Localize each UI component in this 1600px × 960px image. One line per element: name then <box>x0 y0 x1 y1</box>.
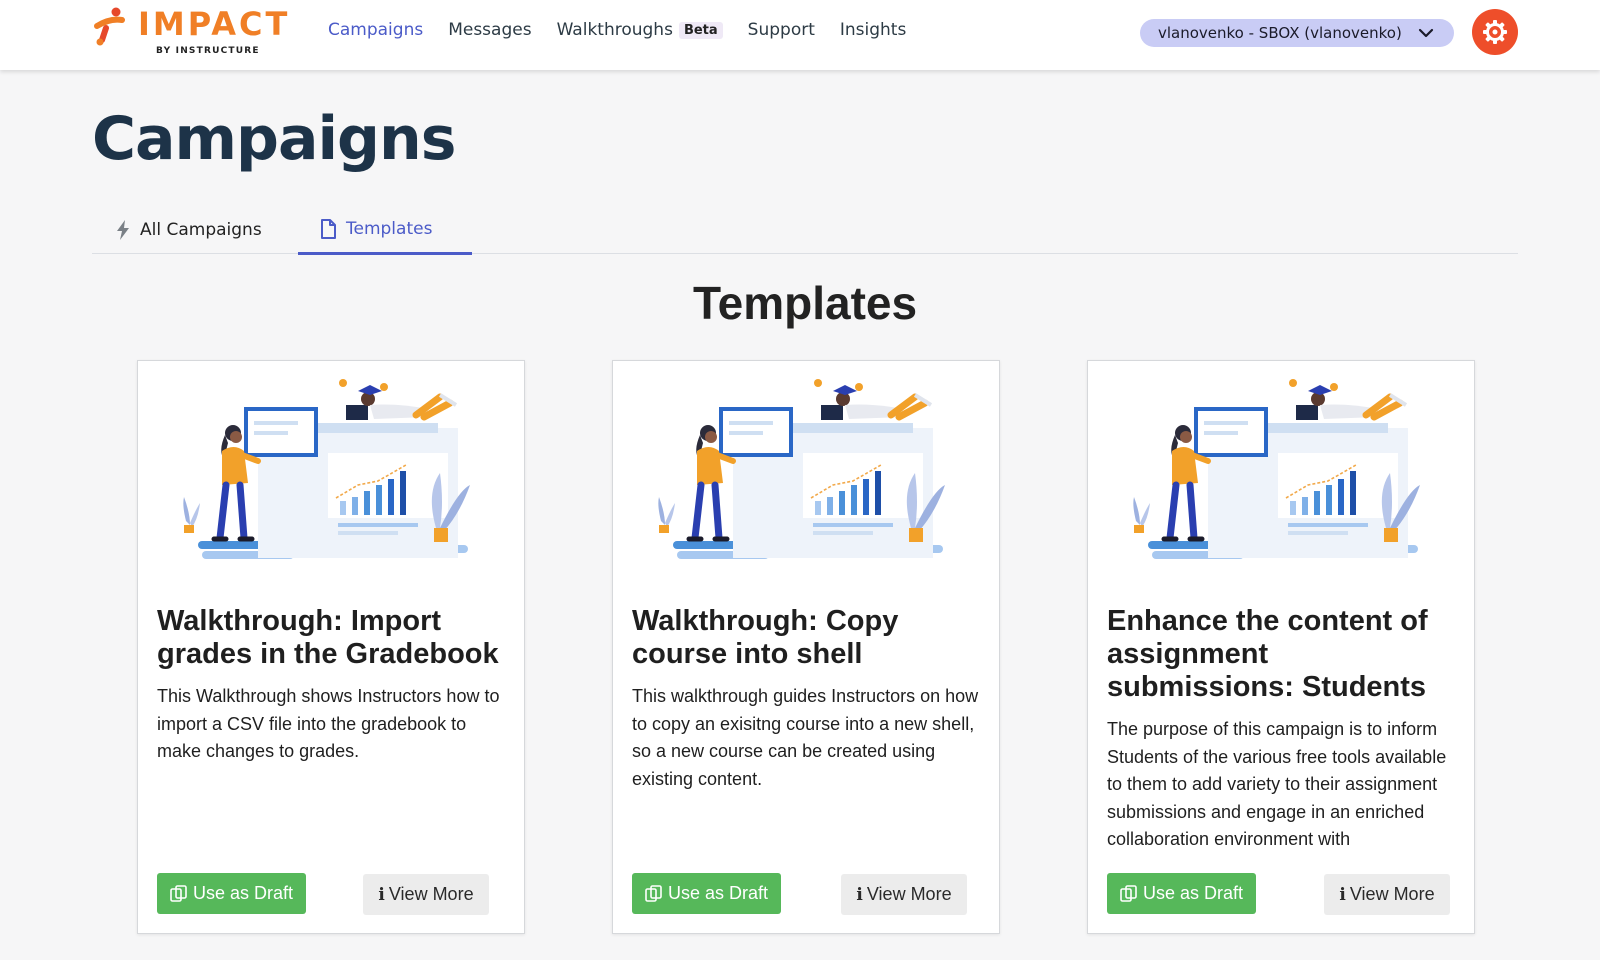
nav-insights-label: Insights <box>839 20 907 40</box>
main-nav: Campaigns Messages Walkthroughs Beta Supp… <box>328 20 931 40</box>
nav-support[interactable]: Support <box>748 20 815 40</box>
use-as-draft-label: Use as Draft <box>192 883 294 903</box>
beta-badge: Beta <box>678 21 723 39</box>
section-title: Templates <box>692 277 918 329</box>
card-description: This walkthrough guides Instructors on h… <box>632 686 979 789</box>
use-as-draft-label: Use as Draft <box>667 883 769 903</box>
tab-all-campaigns[interactable]: All Campaigns <box>116 206 262 254</box>
template-illustration <box>1128 373 1438 573</box>
logo-sub-prefix: BY <box>156 46 172 56</box>
template-card: Walkthrough: Import grades in the Gradeb… <box>137 360 525 934</box>
campaign-tabs: All Campaigns Templates <box>92 206 1518 255</box>
page-title: Campaigns <box>92 104 456 174</box>
nav-messages[interactable]: Messages <box>448 20 531 40</box>
template-card: Enhance the content of assignment submis… <box>1087 360 1475 934</box>
gear-icon <box>1483 20 1507 44</box>
tab-all-campaigns-label: All Campaigns <box>140 220 262 240</box>
nav-walkthroughs-label: Walkthroughs <box>556 20 673 40</box>
logo-subtitle: BY INSTRUCTURE <box>156 46 260 56</box>
document-icon <box>321 219 336 239</box>
copy-icon <box>645 884 662 902</box>
account-label: vlanovenko - SBOX (vlanovenko) <box>1158 24 1402 42</box>
use-as-draft-label: Use as Draft <box>1142 883 1244 903</box>
nav-messages-label: Messages <box>448 20 532 40</box>
template-illustration <box>653 373 963 573</box>
use-as-draft-button[interactable]: Use as Draft <box>632 873 781 914</box>
view-more-button[interactable]: i View More <box>1324 874 1450 915</box>
template-card: Walkthrough: Copy course into shell This… <box>612 360 1000 934</box>
view-more-button[interactable]: i View More <box>841 874 967 915</box>
view-more-label: View More <box>388 884 474 904</box>
info-icon: i <box>1339 884 1346 905</box>
nav-campaigns-label: Campaigns <box>328 20 424 40</box>
logo-name: IMPACT <box>138 5 291 43</box>
info-icon: i <box>856 884 863 905</box>
bolt-icon <box>117 220 129 240</box>
view-more-label: View More <box>1349 884 1435 904</box>
tab-templates-label: Templates <box>346 219 433 239</box>
copy-icon <box>170 884 187 902</box>
impact-logo-mark-icon <box>94 7 125 46</box>
use-as-draft-button[interactable]: Use as Draft <box>1107 873 1256 914</box>
use-as-draft-button[interactable]: Use as Draft <box>157 873 306 914</box>
nav-support-label: Support <box>747 20 815 40</box>
view-more-label: View More <box>866 884 952 904</box>
card-description: The purpose of this campaign is to infor… <box>1107 719 1447 849</box>
tab-templates[interactable]: Templates <box>298 206 472 255</box>
nav-insights[interactable]: Insights <box>840 20 906 40</box>
copy-icon <box>1120 884 1137 902</box>
logo-sub-brand: INSTRUCTURE <box>175 46 260 56</box>
view-more-button[interactable]: i View More <box>363 874 489 915</box>
chevron-down-icon <box>1418 28 1434 38</box>
template-illustration <box>178 373 488 573</box>
nav-walkthroughs[interactable]: Walkthroughs Beta <box>557 20 723 40</box>
card-title: Enhance the content of assignment submis… <box>1107 605 1428 703</box>
top-navigation-bar: IMPACT BY INSTRUCTURE Campaigns Messages… <box>0 0 1600 70</box>
nav-campaigns[interactable]: Campaigns <box>328 20 423 40</box>
info-icon: i <box>378 884 385 905</box>
account-selector[interactable]: vlanovenko - SBOX (vlanovenko) <box>1140 19 1454 47</box>
settings-button[interactable] <box>1472 9 1518 55</box>
impact-logo[interactable]: IMPACT BY INSTRUCTURE <box>92 4 287 60</box>
card-title: Walkthrough: Copy course into shell <box>632 605 899 670</box>
card-description: This Walkthrough shows Instructors how t… <box>157 686 500 761</box>
card-title: Walkthrough: Import grades in the Gradeb… <box>157 605 499 670</box>
